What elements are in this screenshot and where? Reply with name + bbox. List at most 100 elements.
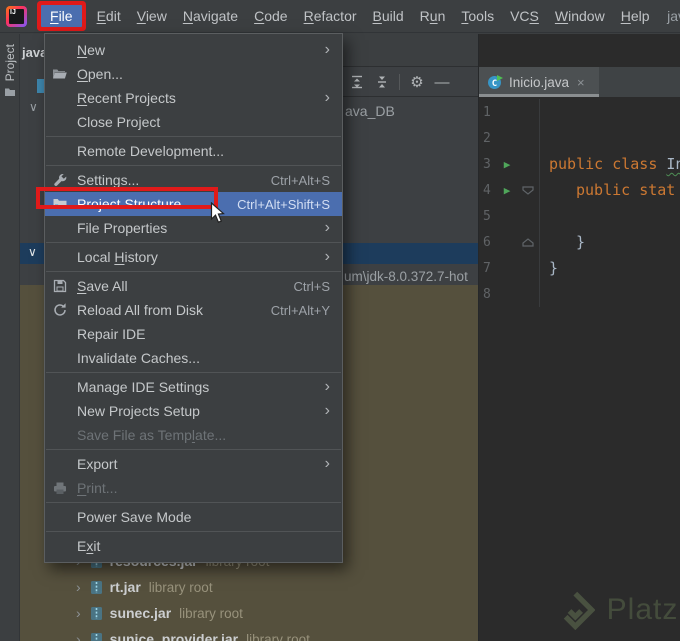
menu-item-recent-projects[interactable]: Recent Projects › [45,86,342,110]
menu-help[interactable]: Help [613,5,658,27]
menu-item-project-structure[interactable]: Project Structure... Ctrl+Alt+Shift+S [45,192,342,216]
menu-item-local-history[interactable]: Local History › [45,245,342,269]
wrench-icon [52,172,77,188]
menu-item-open[interactable]: Open... [45,62,342,86]
menu-item-power-save-mode[interactable]: Power Save Mode [45,505,342,529]
tree-row-sunec-jar[interactable]: › sunec.jar library root [44,600,478,626]
menu-item-manage-ide-settings[interactable]: Manage IDE Settings › [45,375,342,399]
line-number: 2 [483,130,491,146]
menubar: IJ File Edit View Navigate Code Refactor… [0,0,680,33]
editor-tabbar: C Inicio.java × [479,67,680,97]
submenu-arrow-icon: › [324,219,330,236]
run-class-icon[interactable]: ▶ [497,158,517,171]
menu-refactor[interactable]: Refactor [296,5,365,27]
toolbar-separator [399,74,400,90]
submenu-arrow-icon: › [324,41,330,58]
menu-edit[interactable]: Edit [89,5,129,27]
code-line: 4 ▶ public stat [479,177,680,203]
menu-item-file-properties[interactable]: File Properties › [45,216,342,240]
tree-item-name: sunec.jar [109,605,172,621]
chevron-right-icon[interactable]: › [76,605,81,621]
expand-all-icon[interactable] [349,74,365,90]
submenu-arrow-icon: › [324,402,330,419]
menu-file[interactable]: File [41,5,82,27]
menu-item-export[interactable]: Export › [45,452,342,476]
code-line: 2 [479,125,680,151]
fold-marker-icon[interactable] [517,237,539,247]
code-line: 1 [479,99,680,125]
menu-run[interactable]: Run [412,5,454,27]
tree-item-name: rt.jar [109,579,141,595]
file-dropdown-menu: New › Open... Recent Projects › Close Pr… [44,33,343,563]
submenu-arrow-icon: › [324,378,330,395]
toolwindow-strip: Project [0,34,20,641]
line-number: 1 [483,104,491,120]
menu-item-save-file-as-template: Save File as Template... [77,427,227,443]
tree-expander-icon[interactable]: ∨ [29,100,38,114]
submenu-arrow-icon: › [324,455,330,472]
tree-item-type: library root [148,579,213,595]
code-editor[interactable]: 1 2 3 ▶ public class In 4 ▶ public stat … [479,97,680,641]
run-main-icon[interactable]: ▶ [497,184,517,197]
gear-icon[interactable]: ⚙ [409,74,425,91]
menu-separator [46,502,341,503]
close-tab-icon[interactable]: × [577,75,585,90]
menu-item-new-projects-setup[interactable]: New Projects Setup › [45,399,342,423]
menu-separator [46,372,341,373]
jar-file-icon [90,632,102,641]
menu-item-remote-development[interactable]: Remote Development... [45,139,342,163]
intellij-logo-icon: IJ [6,5,27,27]
tree-row-rt-jar[interactable]: › rt.jar library root [44,574,478,600]
project-toolwindow-tab[interactable]: Project [0,40,20,136]
line-number: 4 [483,182,491,198]
menu-window[interactable]: Window [547,5,613,27]
menu-build[interactable]: Build [365,5,412,27]
tab-inicio-java[interactable]: C Inicio.java × [479,67,599,97]
menu-tools[interactable]: Tools [453,5,502,27]
line-number: 5 [483,208,491,224]
tab-title: Inicio.java [509,74,570,90]
project-panel-toolbar: ⚙ — [343,68,478,97]
submenu-arrow-icon: › [324,248,330,265]
code-line: 7 } [479,255,680,281]
menu-item-settings[interactable]: Settings... Ctrl+Alt+S [45,168,342,192]
menu-item-close-project[interactable]: Close Project [45,110,342,134]
tree-item-type: library root [179,605,243,621]
menu-item-save-all[interactable]: Save All Ctrl+S [45,274,342,298]
menu-navigate[interactable]: Navigate [175,5,246,27]
java-class-icon: C [488,75,503,89]
tree-row-sunjce-provider-jar[interactable]: › sunjce_provider.jar library root [44,626,478,641]
code-line: 5 [479,203,680,229]
menu-vcs[interactable]: VCS [502,5,547,27]
menu-item-exit[interactable]: Exit [45,534,342,558]
tree-expander-icon[interactable]: ∨ [28,245,37,259]
tree-item-type: library root [246,631,310,641]
menu-item-reload-all-from-disk[interactable]: Reload All from Disk Ctrl+Alt+Y [45,298,342,322]
project-tab-label: Project [3,44,17,82]
chevron-right-icon[interactable]: › [76,579,81,595]
save-icon [52,278,77,294]
menu-separator [46,242,341,243]
line-number: 8 [483,286,491,302]
menu-separator [46,271,341,272]
code-line: 8 [479,281,680,307]
line-number: 6 [483,234,491,250]
menu-item-new[interactable]: New › [45,38,342,62]
refresh-icon [52,302,77,318]
menu-separator [46,531,341,532]
menu-item-repair-ide[interactable]: Repair IDE [45,322,342,346]
menu-item-invalidate-caches[interactable]: Invalidate Caches... [45,346,342,370]
jar-file-icon [90,606,102,620]
line-number: 3 [483,156,491,172]
menu-view[interactable]: View [129,5,175,27]
collapse-all-icon[interactable] [374,74,390,90]
hide-panel-icon[interactable]: — [434,74,450,91]
menu-separator [46,136,341,137]
folder-open-icon [52,66,77,82]
menu-code[interactable]: Code [246,5,295,27]
fold-marker-icon[interactable] [517,185,539,195]
code-line: 6 } [479,229,680,255]
chevron-right-icon[interactable]: › [76,631,81,641]
svg-text:C: C [492,79,497,89]
menu-item-print: Print... [45,476,342,500]
